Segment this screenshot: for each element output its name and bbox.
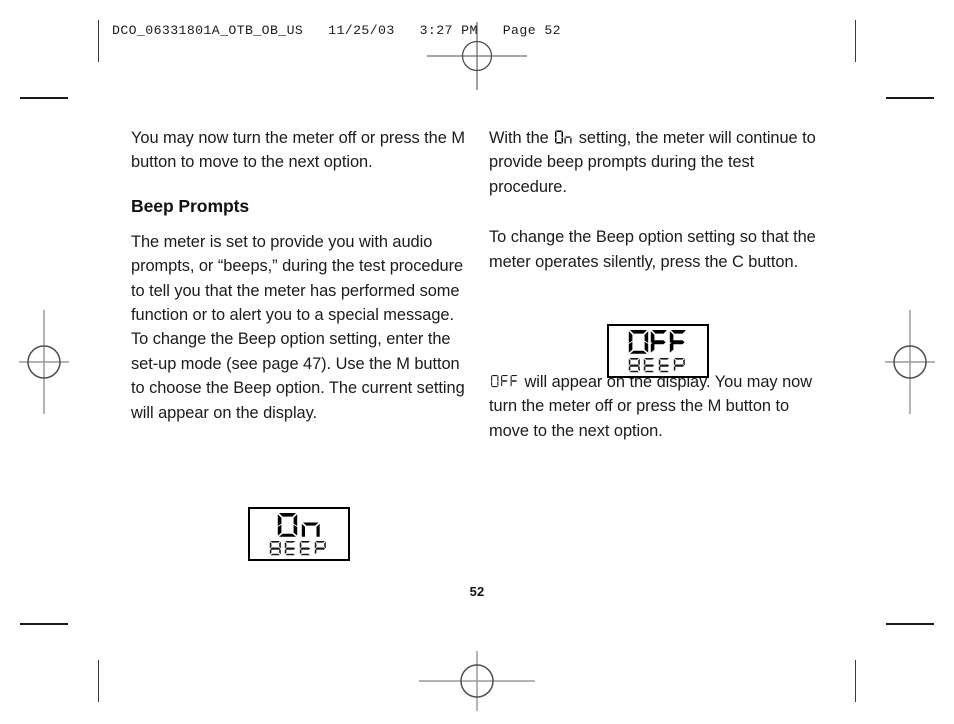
on-paragraph-prefix: With the bbox=[489, 129, 554, 147]
crop-mark-top-left bbox=[20, 97, 68, 100]
lcd-on-main-value bbox=[276, 512, 322, 539]
right-paragraph-change-setting: To change the Beep option setting so tha… bbox=[489, 228, 816, 271]
lcd-off-label bbox=[627, 357, 689, 374]
lcd-display-off bbox=[607, 324, 709, 378]
left-column: You may now turn the meter off or press … bbox=[131, 126, 471, 425]
crop-mark-top-right bbox=[886, 97, 934, 100]
slug-header-text: DCO_06331801A_OTB_OB_US 11/25/03 3:27 PM… bbox=[112, 23, 561, 38]
lcd-inline-off-icon bbox=[490, 374, 519, 389]
slug-rule-bottom-left bbox=[98, 660, 100, 702]
right-paragraph-off-display: will appear on the display. You may now … bbox=[489, 370, 829, 443]
slug-rule-left bbox=[98, 20, 100, 62]
left-body-paragraph: The meter is set to provide you with aud… bbox=[131, 232, 465, 422]
lcd-off-main-value bbox=[627, 329, 689, 356]
left-intro-paragraph: You may now turn the meter off or press … bbox=[131, 129, 465, 172]
page-canvas: DCO_06331801A_OTB_OB_US 11/25/03 3:27 PM… bbox=[0, 0, 954, 724]
crop-mark-bottom-left bbox=[20, 623, 68, 626]
page-number: 52 bbox=[469, 584, 485, 599]
crop-mark-bottom-right bbox=[886, 623, 934, 626]
slug-rule-right bbox=[855, 20, 857, 62]
off-paragraph-suffix: will appear on the display. You may now … bbox=[489, 373, 812, 440]
section-heading-beep-prompts: Beep Prompts bbox=[131, 195, 250, 216]
lcd-display-on bbox=[248, 507, 350, 561]
slug-rule-bottom-right bbox=[855, 660, 857, 702]
lcd-inline-on-icon bbox=[554, 130, 573, 145]
right-column: With the setting, the meter will continu… bbox=[489, 126, 829, 462]
right-paragraph-on-setting: With the setting, the meter will continu… bbox=[489, 126, 829, 199]
lcd-on-label bbox=[268, 540, 330, 557]
